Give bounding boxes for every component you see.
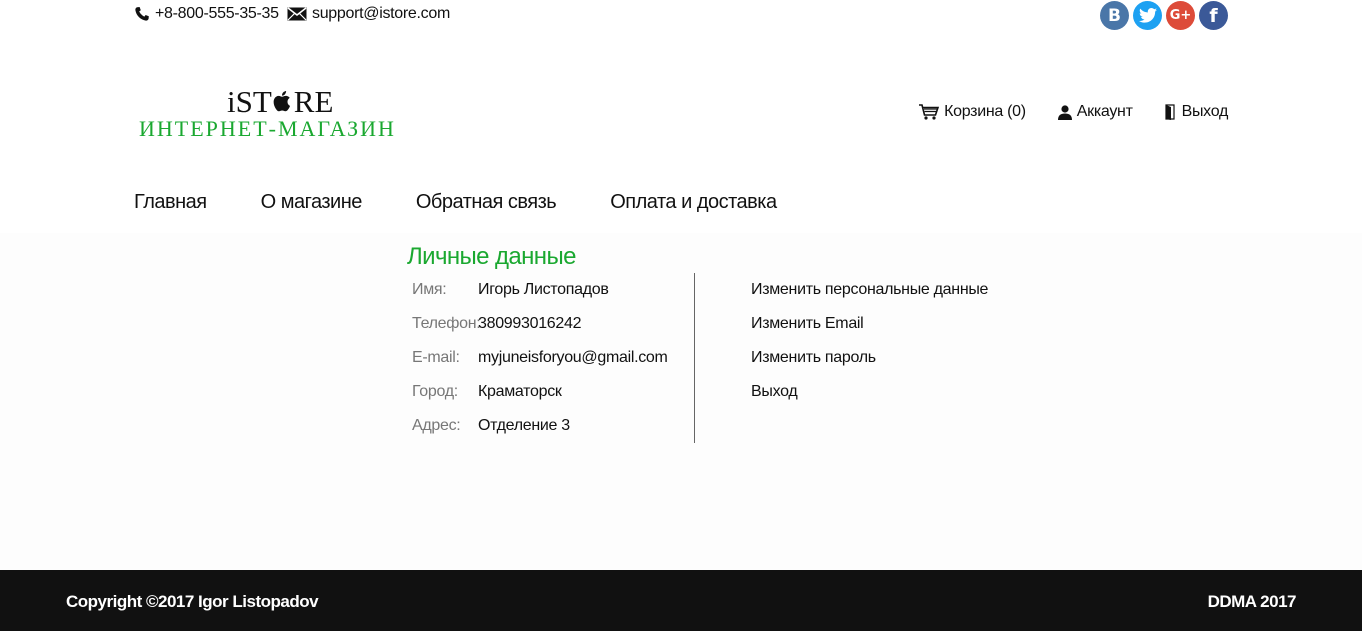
account-actions: Изменить персональные данные Изменить Em… <box>751 281 988 417</box>
logout-label: Выход <box>1181 103 1229 120</box>
logo-brand-prefix: iST <box>227 84 272 119</box>
nav-item-home[interactable]: Главная <box>134 191 207 214</box>
field-label: Адрес: <box>412 417 461 434</box>
facebook-icon[interactable]: f <box>1199 1 1228 30</box>
logo-brand: iST RE <box>227 86 333 118</box>
info-row-name: Имя: Игорь Листопадов <box>412 281 668 315</box>
edit-personal-data-link[interactable]: Изменить персональные данные <box>751 281 988 315</box>
footer-right-text: DDMA 2017 <box>1207 592 1297 611</box>
footer: Copyright ©2017 Igor Listopadov DDMA 201… <box>0 570 1362 631</box>
logo-brand-suffix: RE <box>293 84 334 119</box>
field-label: Имя: <box>412 281 447 298</box>
info-row-city: Город: Краматорск <box>412 383 668 417</box>
change-password-link[interactable]: Изменить пароль <box>751 349 988 383</box>
logout-action-link[interactable]: Выход <box>751 383 988 417</box>
vertical-divider <box>694 273 695 443</box>
field-value: Краматорск <box>478 383 562 400</box>
nav-item-feedback[interactable]: Обратная связь <box>416 191 557 214</box>
info-row-address: Адрес: Отделение 3 <box>412 417 668 451</box>
cart-link[interactable]: Корзина (0) <box>919 103 1026 121</box>
envelope-icon <box>287 7 307 21</box>
info-row-email: E-mail: myjuneisforyou@gmail.com <box>412 349 668 383</box>
vk-icon[interactable]: B <box>1100 1 1129 30</box>
field-value: myjuneisforyou@gmail.com <box>478 349 668 366</box>
content-area <box>0 233 1362 570</box>
apple-icon <box>273 91 290 112</box>
field-value: Отделение 3 <box>478 417 570 434</box>
page-title: Личные данные <box>407 243 576 270</box>
info-row-phone: Телефон: 380993016242 <box>412 315 668 349</box>
user-menu: Корзина (0) Аккаунт Выход <box>919 103 1228 121</box>
field-label: Телефон: <box>412 315 481 332</box>
social-links: B G+ f <box>1100 1 1228 30</box>
phone-icon <box>135 7 149 21</box>
user-icon <box>1057 104 1072 120</box>
cart-icon <box>919 104 940 120</box>
personal-info: Имя: Игорь Листопадов Телефон: 380993016… <box>412 281 668 451</box>
account-label: Аккаунт <box>1076 103 1133 120</box>
phone-contact[interactable]: +8-800-555-35-35 <box>134 5 279 23</box>
field-value: Игорь Листопадов <box>478 281 609 298</box>
main-nav: Главная О магазине Обратная связь Оплата… <box>134 191 831 214</box>
account-link[interactable]: Аккаунт <box>1057 103 1133 121</box>
phone-number: +8-800-555-35-35 <box>155 5 279 22</box>
site-logo[interactable]: iST RE ИНТЕРНЕТ-МАГАЗИН <box>139 86 439 146</box>
email-contact[interactable]: support@istore.com <box>287 5 450 23</box>
nav-item-payment-delivery[interactable]: Оплата и доставка <box>610 191 777 214</box>
logo-subtitle: ИНТЕРНЕТ-МАГАЗИН <box>139 116 396 141</box>
field-label: E-mail: <box>412 349 460 366</box>
cart-label: Корзина (0) <box>944 103 1026 120</box>
top-bar: +8-800-555-35-35 support@istore.com B G+… <box>134 0 1228 30</box>
field-label: Город: <box>412 383 458 400</box>
change-email-link[interactable]: Изменить Email <box>751 315 988 349</box>
field-value: 380993016242 <box>478 315 582 332</box>
twitter-icon[interactable] <box>1133 1 1162 30</box>
google-plus-icon[interactable]: G+ <box>1166 1 1195 30</box>
door-icon <box>1165 104 1175 120</box>
footer-copyright: Copyright ©2017 Igor Listopadov <box>66 592 319 611</box>
nav-item-about[interactable]: О магазине <box>261 191 363 214</box>
support-email: support@istore.com <box>312 5 451 22</box>
logout-link[interactable]: Выход <box>1165 103 1228 121</box>
